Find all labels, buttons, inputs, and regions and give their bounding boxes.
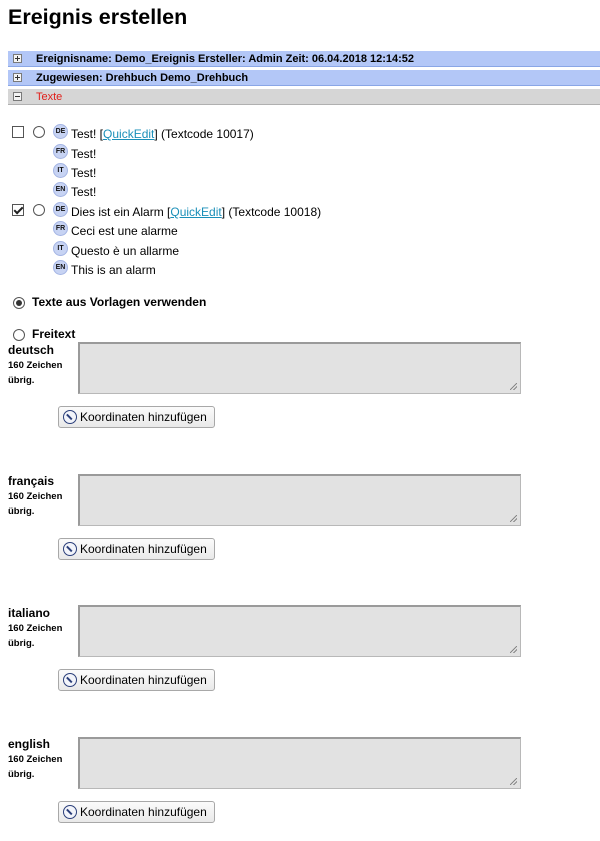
lang-badge-it: IT bbox=[53, 241, 68, 256]
text-line-en: Test! bbox=[71, 185, 97, 199]
section-texts-label: Texte bbox=[36, 91, 63, 103]
add-coordinates-label: Koordinaten hinzufügen bbox=[80, 805, 207, 819]
section-event-info-label: Ereignisname: Demo_Ereignis Ersteller: A… bbox=[36, 53, 415, 65]
field-label-english: english bbox=[8, 737, 51, 751]
freetext-textarea-english[interactable] bbox=[78, 737, 521, 789]
add-coordinates-button[interactable]: Koordinaten hinzufügen bbox=[58, 801, 215, 823]
char-count: 160 Zeichen bbox=[8, 623, 63, 634]
freetext-textarea-deutsch[interactable] bbox=[78, 342, 521, 394]
lang-badge-fr: FR bbox=[53, 221, 68, 236]
compass-icon bbox=[63, 805, 77, 819]
section-assigned[interactable]: Zugewiesen: Drehbuch Demo_Drehbuch bbox=[8, 70, 600, 86]
text-line-it: Questo è un allarme bbox=[71, 244, 180, 258]
freetext-label: Freitext bbox=[32, 327, 76, 341]
compass-icon bbox=[63, 542, 77, 556]
add-coordinates-button[interactable]: Koordinaten hinzufügen bbox=[58, 538, 215, 560]
lang-badge-en: EN bbox=[53, 182, 68, 197]
quickedit-link[interactable]: QuickEdit bbox=[170, 205, 221, 219]
field-label-deutsch: deutsch bbox=[8, 343, 55, 357]
text-line-en: This is an alarm bbox=[71, 263, 156, 277]
expand-icon[interactable] bbox=[13, 73, 22, 82]
char-count-suffix: übrig. bbox=[8, 506, 35, 517]
text-line-it: Test! bbox=[71, 166, 97, 180]
text-entry-radio[interactable] bbox=[33, 126, 45, 138]
textcode-label: ] (Textcode 10017) bbox=[154, 127, 254, 141]
lang-badge-de: DE bbox=[53, 202, 68, 217]
text-line-fr: Test! bbox=[71, 147, 97, 161]
section-assigned-label: Zugewiesen: Drehbuch Demo_Drehbuch bbox=[36, 72, 249, 84]
textcode-label: ] (Textcode 10018) bbox=[221, 205, 322, 219]
char-count-suffix: übrig. bbox=[8, 375, 35, 386]
text-entry-checkbox[interactable] bbox=[12, 204, 24, 216]
resize-grip-icon[interactable] bbox=[510, 383, 517, 390]
text-line-text: Test! [ bbox=[71, 127, 104, 141]
lang-badge-de: DE bbox=[53, 124, 68, 139]
char-count: 160 Zeichen bbox=[8, 360, 63, 371]
char-count: 160 Zeichen bbox=[8, 491, 63, 502]
text-entry-radio[interactable] bbox=[33, 204, 45, 216]
text-entry-checkbox[interactable] bbox=[12, 126, 24, 138]
quickedit-link[interactable]: QuickEdit bbox=[103, 127, 154, 141]
use-templates-label: Texte aus Vorlagen verwenden bbox=[32, 295, 207, 309]
freetext-textarea-francais[interactable] bbox=[78, 474, 521, 526]
text-line-text: Dies ist ein Alarm [ bbox=[71, 205, 171, 219]
lang-badge-en: EN bbox=[53, 260, 68, 275]
resize-grip-icon[interactable] bbox=[510, 646, 517, 653]
use-templates-radio[interactable] bbox=[13, 297, 25, 309]
expand-icon[interactable] bbox=[13, 54, 22, 63]
add-coordinates-button[interactable]: Koordinaten hinzufügen bbox=[58, 406, 215, 428]
field-label-francais: français bbox=[8, 474, 55, 488]
compass-icon bbox=[63, 410, 77, 424]
compass-icon bbox=[63, 673, 77, 687]
field-label-italiano: italiano bbox=[8, 606, 51, 620]
add-coordinates-label: Koordinaten hinzufügen bbox=[80, 410, 207, 424]
freetext-textarea-italiano[interactable] bbox=[78, 605, 521, 657]
text-line-de: Dies ist ein Alarm [QuickEdit] (Textcode… bbox=[71, 205, 321, 219]
collapse-icon[interactable] bbox=[13, 92, 22, 101]
page-title: Ereignis erstellen bbox=[8, 5, 188, 29]
add-coordinates-button[interactable]: Koordinaten hinzufügen bbox=[58, 669, 215, 691]
section-event-info[interactable]: Ereignisname: Demo_Ereignis Ersteller: A… bbox=[8, 51, 600, 67]
section-texts[interactable]: Texte bbox=[8, 89, 600, 105]
lang-badge-it: IT bbox=[53, 163, 68, 178]
resize-grip-icon[interactable] bbox=[510, 778, 517, 785]
lang-badge-fr: FR bbox=[53, 144, 68, 159]
freetext-radio[interactable] bbox=[13, 329, 25, 341]
text-line-de: Test! [QuickEdit] (Textcode 10017) bbox=[71, 127, 254, 141]
add-coordinates-label: Koordinaten hinzufügen bbox=[80, 673, 207, 687]
char-count-suffix: übrig. bbox=[8, 638, 35, 649]
text-line-fr: Ceci est une alarme bbox=[71, 224, 178, 238]
resize-grip-icon[interactable] bbox=[510, 515, 517, 522]
char-count: 160 Zeichen bbox=[8, 754, 63, 765]
add-coordinates-label: Koordinaten hinzufügen bbox=[80, 542, 207, 556]
char-count-suffix: übrig. bbox=[8, 769, 35, 780]
